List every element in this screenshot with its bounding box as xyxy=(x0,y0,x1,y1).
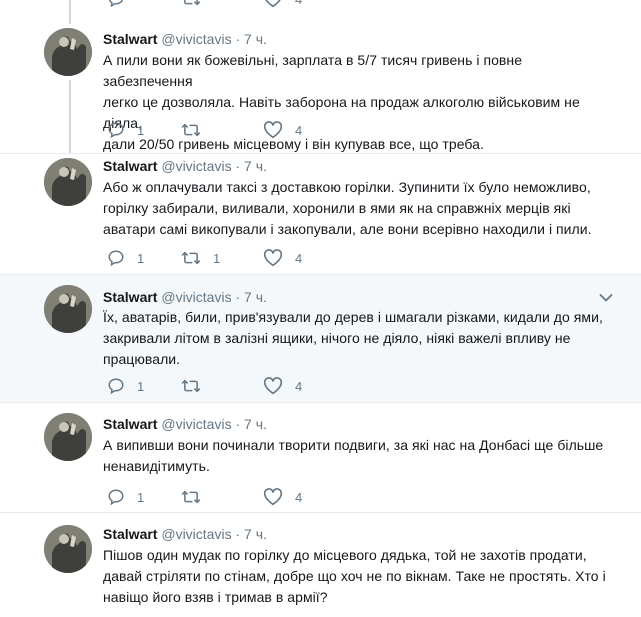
like-count: 4 xyxy=(295,122,303,138)
separator-dot: · xyxy=(235,526,241,542)
avatar[interactable] xyxy=(44,28,92,76)
like-count: 4 xyxy=(295,0,302,7)
reply-count: 1 xyxy=(137,122,145,138)
reply-count: 1 xyxy=(137,378,145,394)
reply-button[interactable]: 1 xyxy=(107,376,144,396)
avatar[interactable] xyxy=(44,525,92,573)
tweet-text-line: аватари самі викопували і закопували, ал… xyxy=(103,221,592,237)
timestamp[interactable]: 7 ч. xyxy=(244,31,267,47)
heart-icon xyxy=(263,488,283,506)
tweet-header: Stalwart @vivictavis · 7 ч. xyxy=(103,288,267,306)
retweet-button[interactable] xyxy=(181,487,213,507)
tweet[interactable]: Stalwart @vivictavis · 7 ч. Їх, аватарів… xyxy=(0,275,641,403)
tweet-text-line: А випивши вони починали творити подвиги,… xyxy=(103,437,604,453)
tweet-text-line: навіщо його взяв і тримав в армії? xyxy=(103,589,328,605)
like-button[interactable]: 4 xyxy=(263,376,302,396)
reply-count: 1 xyxy=(137,250,145,266)
tweet[interactable]: Stalwart @vivictavis · 7 ч. А випивши во… xyxy=(0,403,641,513)
tweet-text-line: ненавидітимуть. xyxy=(103,458,210,474)
retweet-button[interactable] xyxy=(181,120,213,140)
reply-icon xyxy=(108,489,124,506)
tweet-text: А пили вони як божевільні, зарплата в 5/… xyxy=(103,50,613,155)
author-name[interactable]: Stalwart xyxy=(103,526,157,542)
retweet-icon xyxy=(181,379,201,393)
reply-icon xyxy=(108,250,124,267)
like-count: 4 xyxy=(295,489,303,505)
tweet-text-line: Пішов один мудак по горілку до місцевого… xyxy=(103,547,587,563)
tweet-text-line: А пили вони як божевільні, зарплата в 5/… xyxy=(103,52,523,89)
separator-dot: · xyxy=(235,158,241,174)
like-count: 4 xyxy=(295,378,303,394)
reply-button[interactable]: 1 xyxy=(107,248,144,268)
tweet-text: Пішов один мудак по горілку до місцевого… xyxy=(103,545,613,608)
tweet-text-line: давай стріляти по стінам, добре що хоч н… xyxy=(103,568,606,584)
timestamp[interactable]: 7 ч. xyxy=(244,526,267,542)
author-handle[interactable]: @vivictavis xyxy=(161,526,231,542)
like-button[interactable]: 4 xyxy=(263,487,302,507)
retweet-icon xyxy=(181,490,201,504)
author-handle[interactable]: @vivictavis xyxy=(161,31,231,47)
like-button[interactable]: 4 xyxy=(263,248,302,268)
tweet-text-line: горілку забирали, виливали, хоронили в я… xyxy=(103,200,571,216)
tweet-text-line: Їх, аватарів, били, прив'язували до дере… xyxy=(103,309,603,325)
retweet-icon xyxy=(181,251,201,265)
tweet-text-line: легко це дозволяла. Навіть заборона на п… xyxy=(103,94,580,131)
heart-icon xyxy=(263,249,283,267)
retweet-button[interactable] xyxy=(181,376,213,396)
timestamp[interactable]: 7 ч. xyxy=(244,416,267,432)
avatar[interactable] xyxy=(44,158,92,206)
retweet-count: 1 xyxy=(213,250,221,266)
reply-icon xyxy=(108,122,124,139)
retweet-icon xyxy=(181,123,201,137)
reply-button[interactable]: 1 xyxy=(107,120,144,140)
author-handle[interactable]: @vivictavis xyxy=(161,416,231,432)
like-button[interactable]: 4 xyxy=(263,0,302,9)
tweet-text: А випивши вони починали творити подвиги,… xyxy=(103,435,613,477)
heart-icon xyxy=(263,377,283,395)
reply-button[interactable]: 1 xyxy=(107,487,144,507)
author-handle[interactable]: @vivictavis xyxy=(161,289,231,305)
tweet[interactable]: Stalwart @vivictavis · 7 ч. А пили вони … xyxy=(0,12,641,154)
avatar[interactable] xyxy=(44,413,92,461)
tweet-text: Або ж оплачували таксі з доставкою горіл… xyxy=(103,177,613,240)
tweet-header: Stalwart @vivictavis · 7 ч. xyxy=(103,525,267,543)
author-name[interactable]: Stalwart xyxy=(103,158,157,174)
retweet-icon xyxy=(184,0,201,6)
tweet-text: Їх, аватарів, били, прив'язували до дере… xyxy=(103,307,613,370)
author-name[interactable]: Stalwart xyxy=(103,31,157,47)
tweet-header: Stalwart @vivictavis · 7 ч. xyxy=(103,30,267,48)
chevron-down-icon[interactable] xyxy=(599,293,613,303)
tweet-header: Stalwart @vivictavis · 7 ч. xyxy=(103,157,267,175)
reply-button[interactable] xyxy=(107,0,125,9)
like-button[interactable]: 4 xyxy=(263,120,302,140)
timestamp[interactable]: 7 ч. xyxy=(244,158,267,174)
timestamp[interactable]: 7 ч. xyxy=(244,289,267,305)
separator-dot: · xyxy=(235,31,241,47)
tweet-text-line: закривали літом в залізні ящики, нічого … xyxy=(103,330,571,346)
tweet-text-line: дали 20/50 гривень місцевому і він купув… xyxy=(103,136,484,152)
tweet-text-line: Або ж оплачували таксі з доставкою горіл… xyxy=(103,179,591,195)
heart-icon xyxy=(265,0,281,8)
reply-icon xyxy=(108,378,124,395)
author-handle[interactable]: @vivictavis xyxy=(161,158,231,174)
separator-dot: · xyxy=(235,416,241,432)
author-name[interactable]: Stalwart xyxy=(103,416,157,432)
tweet-text-line: працювали. xyxy=(103,351,181,367)
reply-count: 1 xyxy=(137,489,145,505)
avatar[interactable] xyxy=(44,285,92,333)
reply-icon xyxy=(108,0,124,8)
separator-dot: · xyxy=(235,289,241,305)
author-name[interactable]: Stalwart xyxy=(103,289,157,305)
like-count: 4 xyxy=(295,250,303,266)
retweet-button[interactable] xyxy=(181,0,201,9)
retweet-button[interactable]: 1 xyxy=(181,248,220,268)
heart-icon xyxy=(263,121,283,139)
tweet-header: Stalwart @vivictavis · 7 ч. xyxy=(103,415,267,433)
tweet[interactable]: Stalwart @vivictavis · 7 ч. Пішов один м… xyxy=(0,513,641,617)
tweet[interactable]: Stalwart @vivictavis · 7 ч. Або ж оплачу… xyxy=(0,154,641,275)
